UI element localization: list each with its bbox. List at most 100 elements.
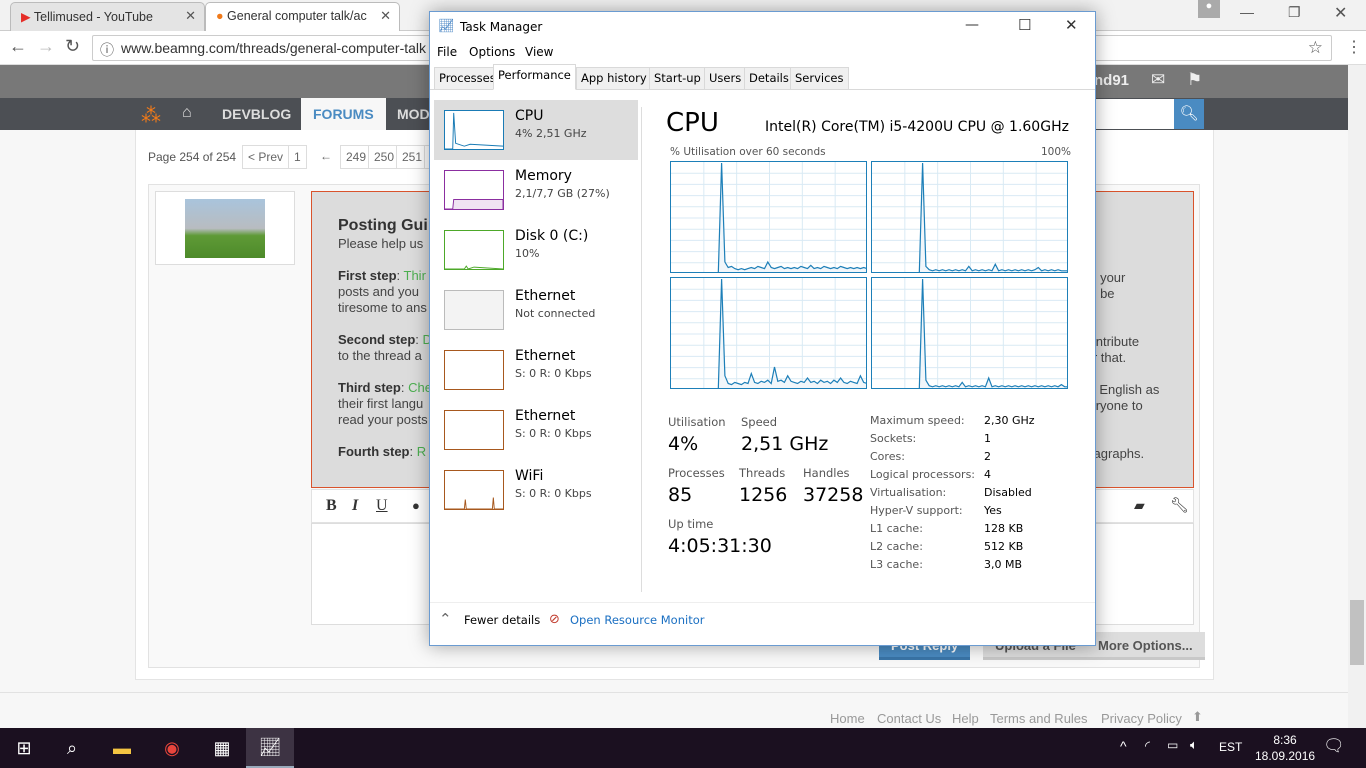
maximize-icon[interactable]: ☐ [1018,16,1031,34]
footer-link-help[interactable]: Help [952,711,979,726]
sidebar-item-disk-0-c-[interactable]: Disk 0 (C:) 10% [434,220,638,280]
info-icon: ⓘ [100,42,114,58]
tab-users[interactable]: Users [704,67,747,89]
tab-services[interactable]: Services [790,67,849,89]
nav-devblog[interactable]: DEVBLOG [210,98,303,130]
task-manager-icon: 📈︎ [438,19,455,34]
search-icon[interactable]: 🔍︎ [1174,99,1204,129]
chrome-icon[interactable]: ◉ [148,728,196,768]
tab-details[interactable]: Details [744,67,794,89]
action-center-icon[interactable]: 🗨︎ [1323,736,1345,756]
spec-label: Hyper-V support: [870,504,963,517]
utilisation-label: Utilisation [668,415,726,429]
prev-page-button[interactable]: < Prev [242,145,290,169]
battery-icon[interactable]: ▭ [1167,738,1178,752]
minimize-icon[interactable]: — [965,17,979,33]
bookmark-star-icon[interactable]: ☆ [1308,38,1323,58]
menu-file[interactable]: File [437,45,457,59]
spec-value: 2 [984,450,991,463]
sidebar-item-ethernet[interactable]: Ethernet S: 0 R: 0 Kbps [434,340,638,400]
mail-icon[interactable]: ✉ [1151,70,1165,90]
footer-link-privacy[interactable]: Privacy Policy [1101,711,1182,726]
eraser-icon[interactable]: ▰ [1134,497,1145,514]
tab-startup[interactable]: Start-up [649,67,706,89]
minimize-icon[interactable]: — [1240,4,1254,20]
spec-label: L1 cache: [870,522,923,535]
speed-value: 2,51 GHz [741,433,829,455]
restore-icon[interactable]: ❐ [1288,4,1301,21]
beamng-logo-icon[interactable]: ⁂ [141,103,161,128]
sidebar-item-memory[interactable]: Memory 2,1/7,7 GB (27%) [434,160,638,220]
sidebar-item-ethernet[interactable]: Ethernet Not connected [434,280,638,340]
file-explorer-icon[interactable]: ▬ [98,728,146,768]
sidebar-thumbnail-graph [444,470,504,510]
task-manager-taskbar-icon[interactable]: 📈︎ [246,728,294,768]
spec-value: 128 KB [984,522,1024,535]
start-icon[interactable]: ⊞ [0,728,48,768]
step-text: posts and you [338,284,419,299]
underline-button[interactable]: U [376,497,388,515]
volume-icon[interactable]: 🔈︎ [1190,737,1198,753]
page-link[interactable]: 1 [288,145,307,169]
youtube-icon: ▶ [21,10,31,24]
avatar[interactable] [155,191,295,265]
menu-options[interactable]: Options [469,45,515,59]
browser-tab-beamng[interactable]: ● General computer talk/ac ✕ [205,2,400,31]
sidebar-item-wifi[interactable]: WiFi S: 0 R: 0 Kbps [434,460,638,520]
show-hidden-icons[interactable]: ^ [1120,738,1127,754]
sidebar-thumbnail-graph [444,290,504,330]
text-color-icon[interactable]: ● [412,498,420,513]
browser-tab-youtube[interactable]: ▶ Tellimused - YouTube ✕ [10,2,205,31]
close-window-icon[interactable]: ✕ [1334,3,1347,23]
search-input[interactable] [1096,99,1174,129]
profile-icon[interactable]: ● [1198,0,1220,18]
fewer-details-button[interactable]: Fewer details [464,613,540,627]
sidebar-item-ethernet[interactable]: Ethernet S: 0 R: 0 Kbps [434,400,638,460]
page-label: Page 254 of 254 [148,150,237,164]
tab-processes[interactable]: Processes [434,67,501,89]
tab-performance[interactable]: Performance [493,64,576,90]
bold-button[interactable]: B [326,497,337,515]
clock[interactable]: 8:36 18.09.2016 [1255,732,1315,764]
wrench-icon[interactable]: 🔧︎ [1170,496,1189,514]
open-resource-monitor-link[interactable]: Open Resource Monitor [570,613,704,627]
footer-link-contact[interactable]: Contact Us [877,711,941,726]
calendar-app-icon[interactable]: ▦ [198,728,246,768]
spec-label: Logical processors: [870,468,976,481]
menu-view[interactable]: View [525,45,553,59]
language-indicator[interactable]: EST [1219,740,1242,754]
graph-max: 100% [1041,146,1072,158]
spec-value: 512 KB [984,540,1024,553]
chevron-up-circle-icon[interactable]: ⌃ [439,610,452,628]
page-scrollbar[interactable] [1348,65,1366,728]
sidebar-item-name: Disk 0 (C:) [515,228,589,244]
wifi-icon[interactable]: ◜ [1145,738,1150,754]
close-icon[interactable]: ✕ [1065,16,1078,34]
close-tab-icon[interactable]: ✕ [380,8,391,24]
scroll-top-icon[interactable]: ⬆ [1192,709,1203,725]
handles-value: 37258 [803,484,864,506]
flag-icon[interactable]: ⚑ [1187,70,1202,90]
close-tab-icon[interactable]: ✕ [185,8,196,24]
cpu-core-graph [871,161,1068,273]
back-icon[interactable]: ← [9,36,27,57]
search-icon[interactable]: ⌕ [48,728,96,768]
nav-forums[interactable]: FORUMS [301,98,386,130]
cpu-model: Intel(R) Core(TM) i5-4200U CPU @ 1.60GHz [765,119,1069,135]
scrollbar-thumb[interactable] [1350,600,1364,665]
home-icon[interactable]: ⌂ [182,104,192,122]
tab-app-history[interactable]: App history [576,67,652,89]
sidebar-item-detail: 4% 2,51 GHz [515,127,587,140]
footer-link-terms[interactable]: Terms and Rules [990,711,1088,726]
utilisation-value: 4% [668,433,699,455]
menu-icon[interactable]: ⋮ [1346,37,1362,57]
italic-button[interactable]: I [352,497,358,515]
reload-icon[interactable]: ↻ [65,36,80,57]
more-options-button[interactable]: More Options... [1086,632,1205,660]
forward-icon[interactable]: → [37,36,55,57]
spec-label: Maximum speed: [870,414,965,427]
sidebar-item-cpu[interactable]: CPU 4% 2,51 GHz [434,100,638,160]
username[interactable]: nd91 [1094,72,1129,89]
footer-link-home[interactable]: Home [830,711,865,726]
sep: : [415,332,423,347]
